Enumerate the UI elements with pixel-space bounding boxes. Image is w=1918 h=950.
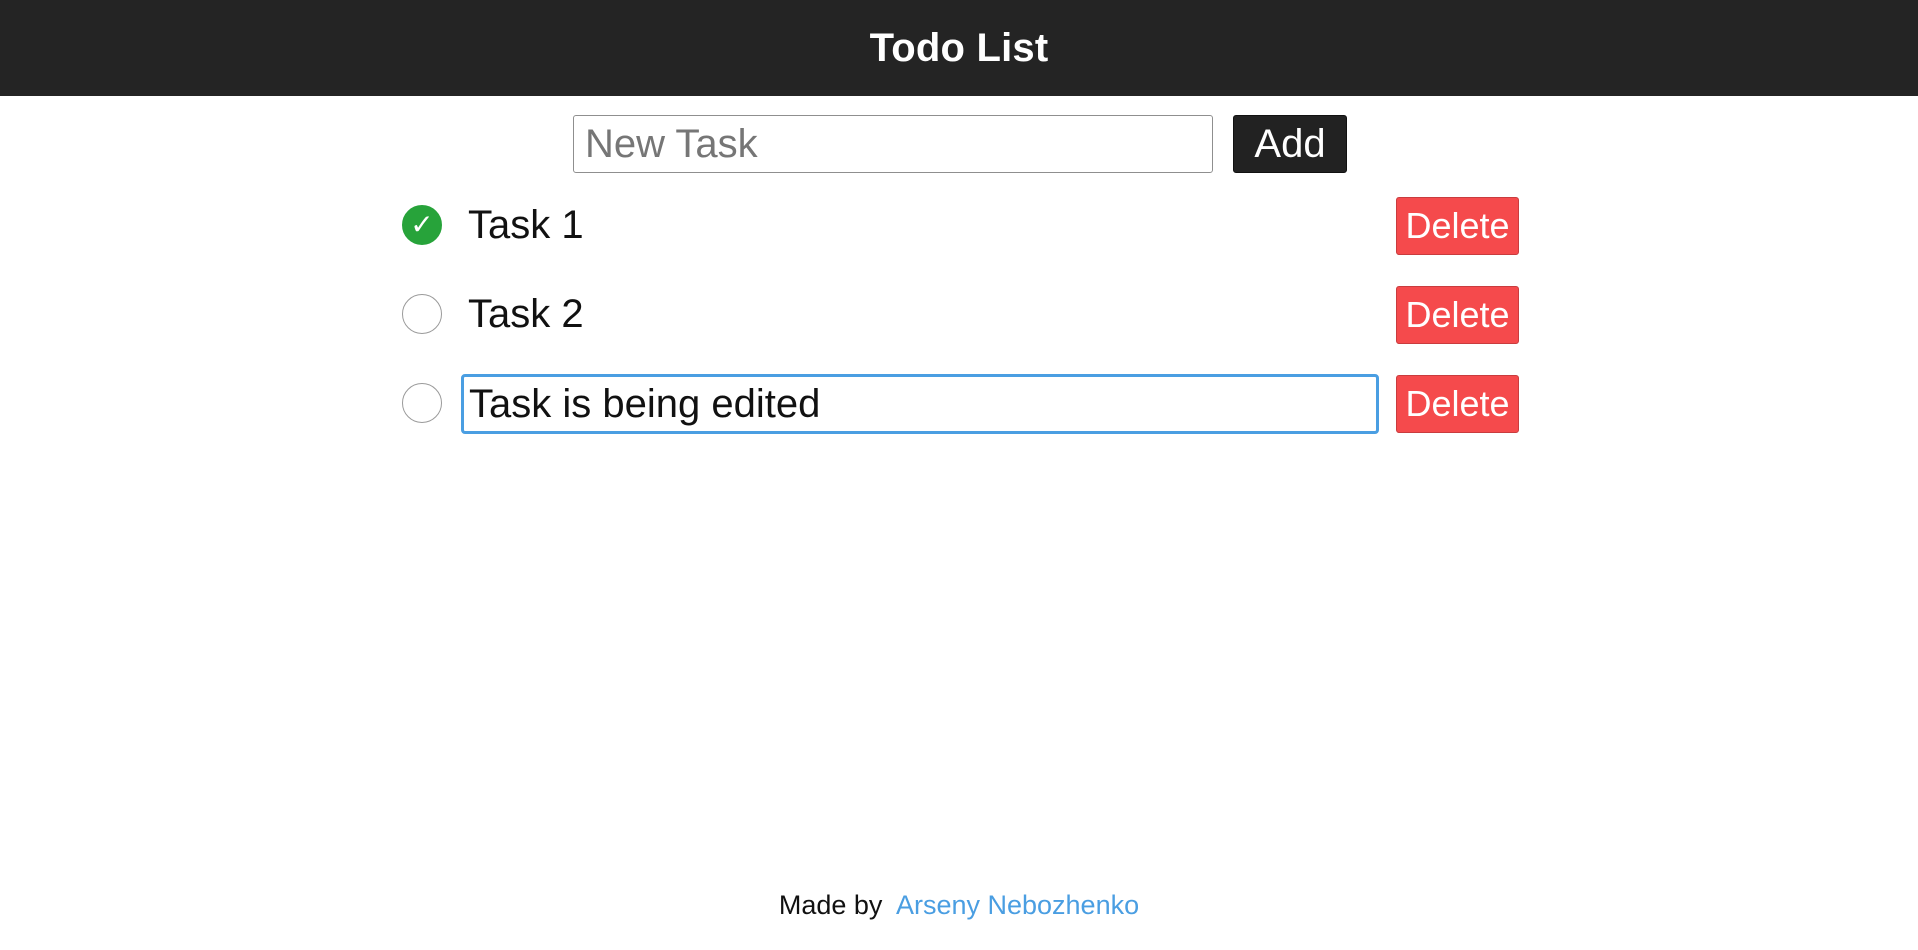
checkmark-icon: ✓ (410, 208, 434, 241)
task-list: ✓ Task 1 Delete Task 2 Delete Delete (402, 197, 1520, 464)
task-complete-toggle[interactable] (402, 294, 442, 334)
task-item: Delete (402, 374, 1520, 464)
task-item: Task 2 Delete (402, 286, 1520, 375)
author-link[interactable]: Arseny Nebozhenko (896, 890, 1139, 920)
task-edit-input[interactable] (461, 374, 1379, 434)
footer: Made by Arseny Nebozhenko (0, 890, 1918, 921)
footer-credit-prefix: Made by (778, 890, 883, 920)
delete-button[interactable]: Delete (1396, 375, 1519, 433)
task-item: ✓ Task 1 Delete (402, 197, 1520, 286)
new-task-form: Add (573, 115, 1347, 173)
task-complete-toggle[interactable]: ✓ (402, 205, 442, 245)
add-button[interactable]: Add (1233, 115, 1347, 173)
task-label[interactable]: Task 2 (468, 290, 584, 338)
task-complete-toggle[interactable] (402, 383, 442, 423)
task-label[interactable]: Task 1 (468, 201, 584, 249)
app-header: Todo List (0, 0, 1918, 96)
delete-button[interactable]: Delete (1396, 197, 1519, 255)
page-title: Todo List (869, 25, 1049, 70)
delete-button[interactable]: Delete (1396, 286, 1519, 344)
new-task-input[interactable] (573, 115, 1213, 173)
